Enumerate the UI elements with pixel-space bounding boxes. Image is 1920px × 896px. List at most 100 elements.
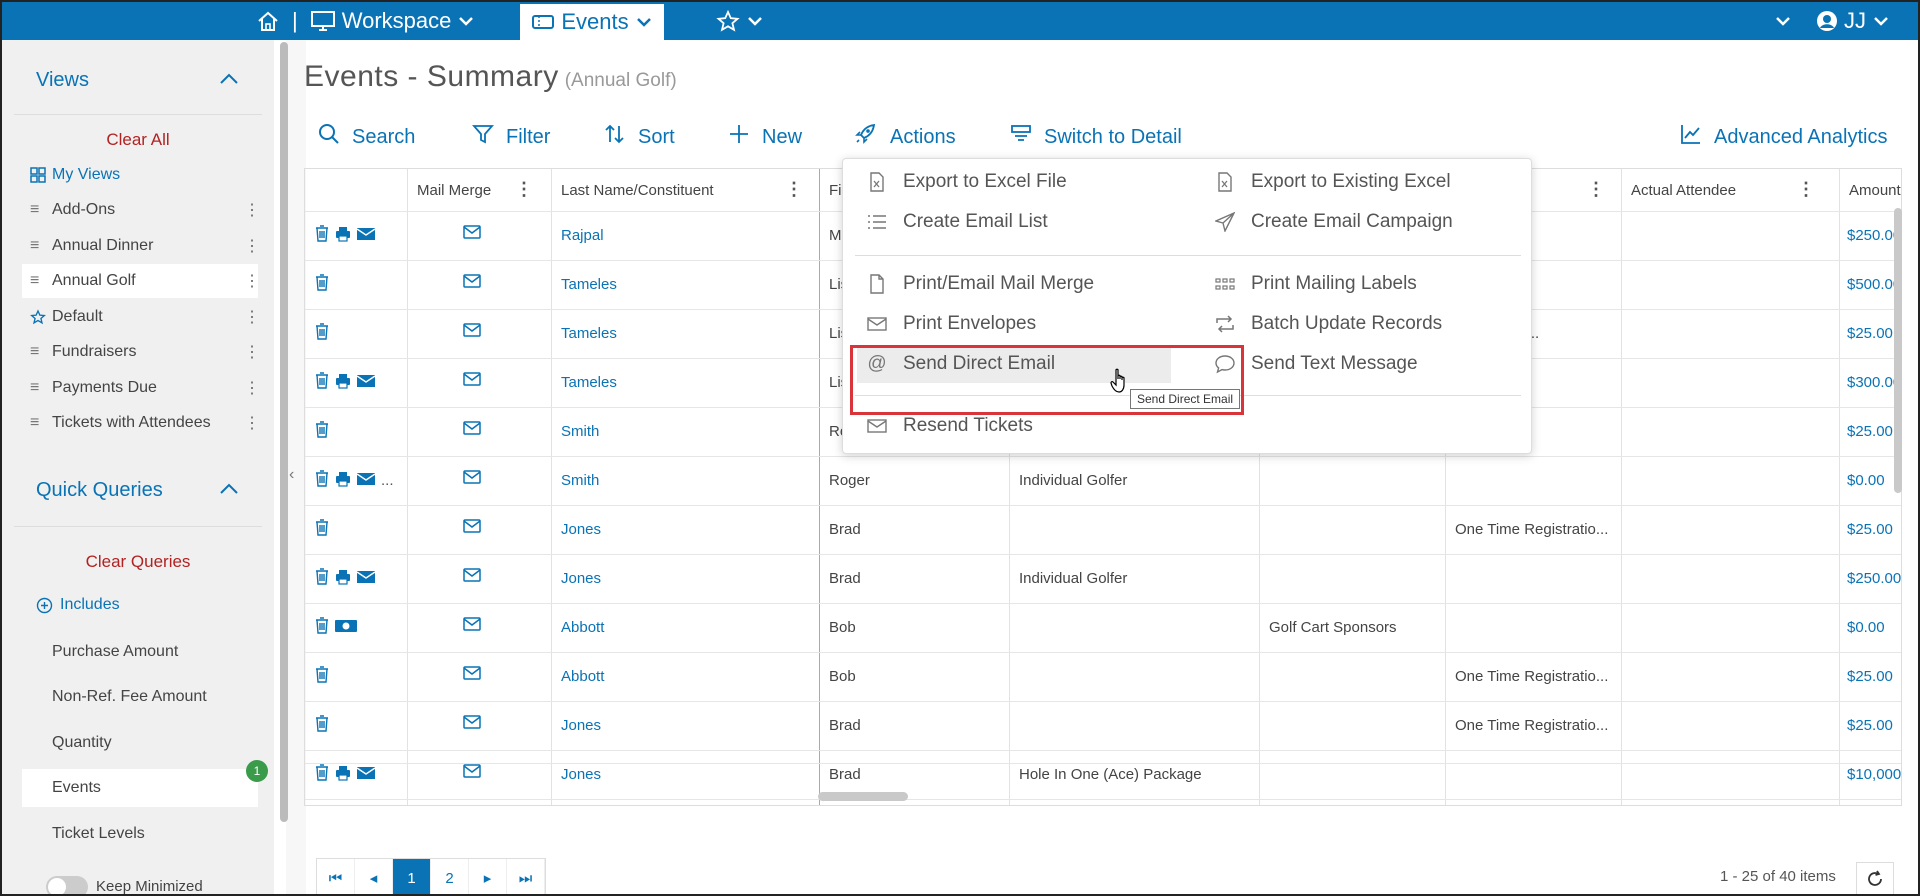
header-amount[interactable]: Amount <box>1839 169 1901 211</box>
last-name-link[interactable]: Abbott <box>561 619 604 636</box>
menu-item-create-email-campaign[interactable]: Create Email Campaign <box>1213 205 1453 239</box>
clear-queries-link[interactable]: Clear Queries <box>2 552 274 572</box>
user-avatar-icon[interactable] <box>1816 10 1838 32</box>
last-page-icon[interactable]: ⏭ <box>507 859 545 894</box>
printer-icon[interactable] <box>335 226 351 246</box>
user-initials[interactable]: JJ <box>1844 8 1866 34</box>
last-name-link[interactable]: Smith <box>561 472 599 489</box>
sidebar-scrollbar[interactable] <box>280 42 288 822</box>
trash-icon[interactable] <box>315 568 329 589</box>
last-name-link[interactable]: Jones <box>561 717 601 734</box>
actions-button[interactable]: Actions <box>854 120 956 154</box>
sidebar-item-fundraisers[interactable]: ≡ Fundraisers ⋮ <box>22 335 260 369</box>
sidebar-item-payments-due[interactable]: ≡ Payments Due ⋮ <box>22 371 260 405</box>
sidebar-item-tickets-with-attendees[interactable]: ≡ Tickets with Attendees ⋮ <box>22 406 260 440</box>
trash-icon[interactable] <box>315 617 329 638</box>
page-2-button[interactable]: 2 <box>431 859 469 894</box>
sidebar-item-my-views[interactable]: My Views <box>22 158 258 192</box>
first-page-icon[interactable]: ⏮ <box>317 859 355 894</box>
mail-merge-envelope-icon[interactable] <box>463 225 481 243</box>
menu-item-create-email-list[interactable]: Create Email List <box>865 205 1048 239</box>
query-item-quantity[interactable]: Quantity <box>22 724 258 762</box>
trash-icon[interactable] <box>315 764 329 785</box>
menu-item-print-envelopes[interactable]: Print Envelopes <box>865 307 1036 341</box>
vertical-scrollbar[interactable] <box>1894 208 1902 493</box>
header-actual-attendee[interactable]: Actual Attendee <box>1621 169 1736 211</box>
sidebar-item-annual-dinner[interactable]: ≡ Annual Dinner ⋮ <box>22 229 260 263</box>
chevron-up-icon[interactable] <box>218 69 240 92</box>
mail-merge-envelope-icon[interactable] <box>463 519 481 537</box>
sidebar-item-add-ons[interactable]: ≡ Add-Ons ⋮ <box>22 193 260 227</box>
menu-item-batch-update[interactable]: Batch Update Records <box>1213 307 1442 341</box>
kebab-menu-icon[interactable]: ⋮ <box>244 342 260 362</box>
printer-icon[interactable] <box>335 569 351 589</box>
last-name-link[interactable]: Jones <box>561 766 601 783</box>
chevron-down-icon[interactable] <box>457 15 475 27</box>
trash-icon[interactable] <box>315 715 329 736</box>
last-name-link[interactable]: Rajpal <box>561 227 604 244</box>
sort-button[interactable]: Sort <box>604 120 675 154</box>
header-first-name[interactable]: Fi <box>819 169 842 211</box>
mail-merge-envelope-icon[interactable] <box>463 421 481 439</box>
menu-item-export-excel[interactable]: Export to Excel File <box>865 165 1067 199</box>
sidebar-item-annual-golf[interactable]: ≡ Annual Golf ⋮ <box>22 264 260 298</box>
views-section-header[interactable]: Views <box>2 48 274 112</box>
trash-icon[interactable] <box>315 421 329 442</box>
last-name-link[interactable]: Jones <box>561 521 601 538</box>
chevron-up-icon[interactable] <box>218 479 240 502</box>
trash-icon[interactable] <box>315 470 329 491</box>
query-item-non-ref-fee[interactable]: Non-Ref. Fee Amount <box>22 678 258 716</box>
chevron-down-icon[interactable] <box>746 15 764 27</box>
trash-icon[interactable] <box>315 372 329 393</box>
last-name-link[interactable]: Abbott <box>561 668 604 685</box>
kebab-menu-icon[interactable]: ⋮ <box>244 378 260 398</box>
mail-merge-envelope-icon[interactable] <box>463 323 481 341</box>
query-item-purchase-amount[interactable]: Purchase Amount <box>22 633 258 671</box>
envelope-icon[interactable] <box>356 570 376 588</box>
quick-queries-section-header[interactable]: Quick Queries <box>2 458 274 522</box>
kebab-menu-icon[interactable]: ⋮ <box>785 179 803 200</box>
more-icon[interactable]: ... <box>381 472 394 489</box>
chevron-down-icon[interactable] <box>1774 15 1792 27</box>
menu-item-export-existing-excel[interactable]: Export to Existing Excel <box>1213 165 1451 199</box>
trash-icon[interactable] <box>315 225 329 246</box>
search-button[interactable]: Search <box>318 120 415 154</box>
mail-merge-envelope-icon[interactable] <box>463 764 481 782</box>
clear-all-link[interactable]: Clear All <box>2 130 274 150</box>
prev-page-icon[interactable]: ◂ <box>355 859 393 894</box>
keep-minimized-toggle[interactable] <box>46 876 88 894</box>
filter-button[interactable]: Filter <box>472 120 550 154</box>
envelope-icon[interactable] <box>356 374 376 392</box>
query-item-events[interactable]: Events <box>22 769 258 807</box>
new-button[interactable]: New <box>728 120 802 154</box>
mail-merge-envelope-icon[interactable] <box>463 470 481 488</box>
kebab-menu-icon[interactable]: ⋮ <box>244 307 260 327</box>
workspace-menu[interactable]: Workspace <box>342 8 452 34</box>
refresh-icon[interactable] <box>1856 862 1894 894</box>
mail-merge-envelope-icon[interactable] <box>463 617 481 635</box>
menu-item-print-mailing-labels[interactable]: Print Mailing Labels <box>1213 267 1417 301</box>
printer-icon[interactable] <box>335 373 351 393</box>
printer-icon[interactable] <box>335 471 351 491</box>
last-name-link[interactable]: Tameles <box>561 374 617 391</box>
favorites-group[interactable] <box>716 2 764 40</box>
kebab-menu-icon[interactable]: ⋮ <box>244 236 260 256</box>
envelope-icon[interactable] <box>356 227 376 245</box>
kebab-menu-icon[interactable]: ⋮ <box>1797 179 1815 200</box>
printer-icon[interactable] <box>335 765 351 785</box>
kebab-menu-icon[interactable]: ⋮ <box>244 271 260 291</box>
home-icon[interactable] <box>256 10 280 32</box>
horizontal-scrollbar[interactable] <box>818 792 908 801</box>
advanced-analytics-button[interactable]: Advanced Analytics <box>1680 120 1887 154</box>
mail-merge-envelope-icon[interactable] <box>463 666 481 684</box>
includes-toggle[interactable]: Includes <box>28 588 264 622</box>
chevron-down-icon[interactable] <box>1872 15 1890 27</box>
next-page-icon[interactable]: ▸ <box>469 859 507 894</box>
trash-icon[interactable] <box>315 666 329 687</box>
trash-icon[interactable] <box>315 519 329 540</box>
star-icon[interactable] <box>716 10 740 32</box>
envelope-icon[interactable] <box>356 472 376 490</box>
kebab-menu-icon[interactable]: ⋮ <box>244 413 260 433</box>
query-item-ticket-levels[interactable]: Ticket Levels <box>22 815 258 853</box>
last-name-link[interactable]: Tameles <box>561 325 617 342</box>
